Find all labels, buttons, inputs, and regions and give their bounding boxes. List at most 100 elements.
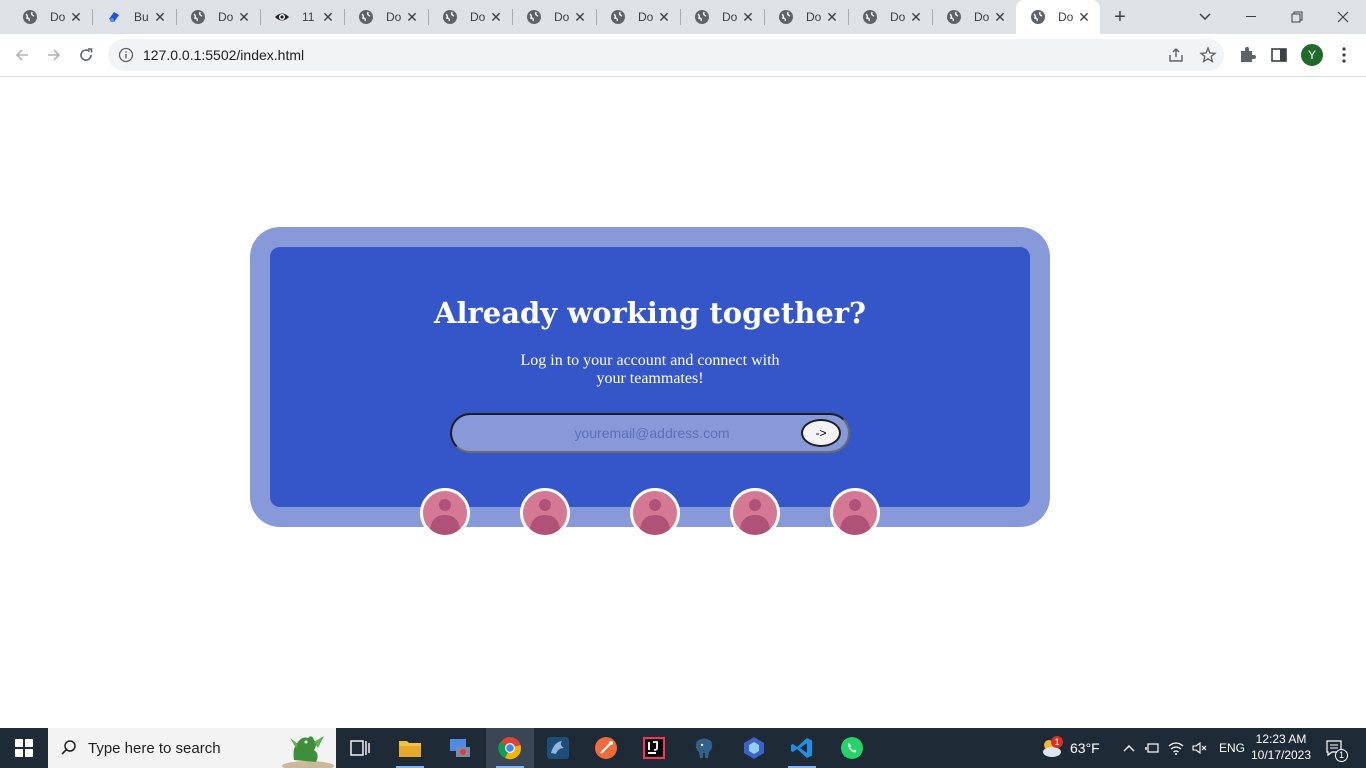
close-tab-icon[interactable]: ✕ [404, 9, 420, 25]
browser-tab[interactable]: Do ✕ [596, 0, 681, 34]
browser-tab[interactable]: Do ✕ [344, 0, 429, 34]
browser-tab[interactable]: Do ✕ [8, 0, 93, 34]
browser-tab[interactable]: Do ✕ [176, 0, 261, 34]
profile-avatar[interactable]: Y [1301, 44, 1323, 66]
remote-app-button[interactable] [436, 728, 484, 768]
user-silhouette-icon [840, 499, 870, 535]
close-tab-icon[interactable]: ✕ [572, 9, 588, 25]
vscode-button[interactable] [778, 728, 826, 768]
reload-button[interactable] [72, 41, 100, 69]
browser-toolbar: 127.0.0.1:5502/index.html Y [0, 34, 1366, 77]
teammate-avatar [520, 488, 570, 538]
chrome-button[interactable] [486, 728, 534, 768]
email-input[interactable] [452, 415, 792, 451]
tab-title: Do [1058, 10, 1074, 24]
windows-taskbar: Type here to search 1 63°F ENG 12:23 AM … [0, 728, 1366, 768]
arrow-left-icon [15, 49, 28, 61]
close-tab-icon[interactable]: ✕ [68, 9, 84, 25]
battery-icon[interactable] [1144, 740, 1160, 756]
mysql-workbench-button[interactable] [534, 728, 582, 768]
side-panel-icon[interactable] [1269, 45, 1289, 65]
close-tab-icon[interactable]: ✕ [320, 9, 336, 25]
close-window-button[interactable] [1320, 0, 1366, 34]
start-button[interactable] [0, 728, 48, 768]
browser-tab[interactable]: Do ✕ [680, 0, 765, 34]
clock[interactable]: 12:23 AM 10/17/2023 [1250, 731, 1312, 763]
clock-time: 12:23 AM [1255, 732, 1307, 746]
close-tab-icon[interactable]: ✕ [740, 9, 756, 25]
task-view-button[interactable] [336, 728, 384, 768]
file-explorer-button[interactable] [386, 728, 434, 768]
globe-icon [1030, 9, 1046, 25]
close-tab-icon[interactable]: ✕ [236, 9, 252, 25]
globe-icon [22, 9, 38, 25]
minimize-button[interactable] [1228, 0, 1274, 34]
browser-tab[interactable]: Do ✕ [512, 0, 597, 34]
subtitle-line-1: Log in to your account and connect with [520, 352, 780, 369]
close-tab-icon[interactable]: ✕ [1076, 9, 1092, 25]
eye-icon [274, 9, 290, 25]
whatsapp-button[interactable] [828, 728, 876, 768]
close-tab-icon[interactable]: ✕ [824, 9, 840, 25]
speaker-muted-icon[interactable] [1191, 740, 1207, 756]
copilot-button[interactable] [730, 728, 778, 768]
browser-tab[interactable]: Do ✕ [428, 0, 513, 34]
share-icon[interactable] [1167, 46, 1185, 64]
chrome-icon [498, 737, 521, 760]
chevron-up-icon[interactable] [1121, 740, 1137, 756]
tab-title: Do [470, 10, 486, 24]
browser-tab[interactable]: Do ✕ [764, 0, 849, 34]
tab-title: Do [554, 10, 570, 24]
restore-button[interactable] [1274, 0, 1320, 34]
dolphin-icon [547, 737, 569, 759]
clock-date: 10/17/2023 [1250, 748, 1312, 762]
info-icon[interactable] [118, 47, 134, 63]
intellij-button[interactable] [630, 728, 678, 768]
browser-tab[interactable]: 11 ✕ [260, 0, 345, 34]
weather-temperature[interactable]: 63°F [1070, 740, 1100, 756]
address-bar[interactable]: 127.0.0.1:5502/index.html [108, 39, 1224, 71]
url-text[interactable]: 127.0.0.1:5502/index.html [143, 47, 304, 63]
browser-tab[interactable]: Bu ✕ [92, 0, 177, 34]
pgadmin-button[interactable] [680, 728, 728, 768]
tab-search-button[interactable] [1182, 0, 1228, 34]
whatsapp-icon [841, 737, 863, 759]
browser-tab[interactable]: Do ✕ [932, 0, 1016, 34]
close-tab-icon[interactable]: ✕ [908, 9, 924, 25]
postman-button[interactable] [582, 728, 630, 768]
submit-button[interactable]: -> [801, 419, 841, 447]
browser-tab[interactable]: Do ✕ [1016, 0, 1100, 34]
subtitle-line-2: your teammates! [596, 370, 704, 387]
forward-button[interactable] [40, 41, 68, 69]
wifi-icon[interactable] [1168, 740, 1184, 756]
search-icon [61, 740, 76, 755]
close-tab-icon[interactable]: ✕ [992, 9, 1008, 25]
vscode-icon [791, 738, 812, 758]
app-icon [106, 9, 122, 25]
back-button[interactable] [8, 41, 36, 69]
windows-logo-icon [15, 739, 33, 757]
globe-icon [442, 9, 458, 25]
taskbar-search[interactable]: Type here to search [48, 728, 336, 768]
search-placeholder: Type here to search [88, 740, 221, 757]
weather-badge: 1 [1051, 736, 1063, 748]
language-indicator[interactable]: ENG [1219, 741, 1245, 755]
globe-icon [778, 9, 794, 25]
arrow-right-icon [48, 49, 61, 61]
menu-kebab-icon[interactable] [1334, 45, 1354, 65]
close-icon [1337, 11, 1349, 23]
user-silhouette-icon [530, 499, 560, 535]
minimize-icon [1246, 16, 1256, 17]
tab-strip: Do ✕ Bu ✕ Do ✕ 11 ✕ Do ✕ Do ✕ Do ✕ Do ✕ Do ✕ Do ✕ Do ✕ Do ✕ Do ✕ … [0, 0, 1366, 34]
close-tab-icon[interactable]: ✕ [488, 9, 504, 25]
browser-tab[interactable]: Do ✕ [848, 0, 933, 34]
new-tab-button[interactable]: + [1108, 5, 1132, 29]
extensions-puzzle-icon[interactable] [1237, 45, 1257, 65]
close-tab-icon[interactable]: ✕ [656, 9, 672, 25]
close-tab-icon[interactable]: ✕ [152, 9, 168, 25]
tab-title: Bu [134, 10, 149, 24]
tab-title: Do [974, 10, 990, 24]
page-title: Already working together? [433, 296, 867, 330]
dragon-illustration-icon [282, 736, 334, 768]
bookmark-star-icon[interactable] [1199, 46, 1217, 64]
